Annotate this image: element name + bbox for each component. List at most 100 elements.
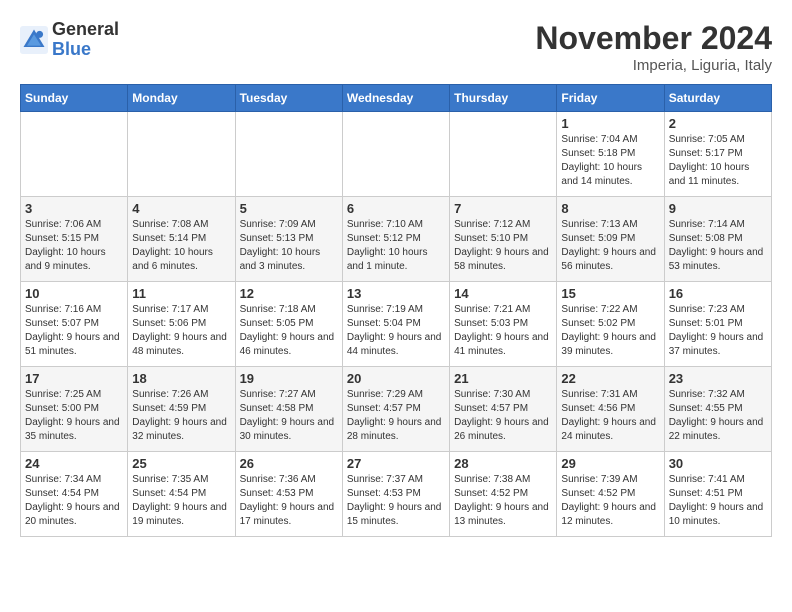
day-number: 16 — [669, 286, 767, 301]
calendar-day-cell: 23 Sunrise: 7:32 AMSunset: 4:55 PMDayligh… — [664, 367, 771, 452]
day-info: Sunrise: 7:32 AMSunset: 4:55 PMDaylight:… — [669, 388, 767, 444]
day-info: Sunrise: 7:22 AMSunset: 5:02 PMDaylight:… — [561, 303, 659, 359]
day-number: 5 — [240, 201, 338, 216]
calendar-day-cell: 17 Sunrise: 7:25 AMSunset: 5:00 PMDayligh… — [21, 367, 128, 452]
calendar-day-cell: 1 Sunrise: 7:04 AMSunset: 5:18 PMDaylight… — [557, 112, 664, 197]
calendar-header-cell: Saturday — [664, 85, 771, 112]
day-info: Sunrise: 7:18 AMSunset: 5:05 PMDaylight:… — [240, 303, 338, 359]
day-number: 15 — [561, 286, 659, 301]
day-number: 17 — [25, 371, 123, 386]
calendar-day-cell — [235, 112, 342, 197]
day-info: Sunrise: 7:36 AMSunset: 4:53 PMDaylight:… — [240, 473, 338, 529]
day-number: 2 — [669, 116, 767, 131]
title-block: November 2024 Imperia, Liguria, Italy — [535, 20, 772, 74]
calendar-day-cell: 27 Sunrise: 7:37 AMSunset: 4:53 PMDayligh… — [342, 452, 449, 537]
calendar-header-cell: Tuesday — [235, 85, 342, 112]
calendar-day-cell: 30 Sunrise: 7:41 AMSunset: 4:51 PMDayligh… — [664, 452, 771, 537]
day-number: 18 — [132, 371, 230, 386]
calendar-day-cell: 8Sunrise: 7:13 AMSunset: 5:09 PMDaylight… — [557, 197, 664, 282]
calendar-day-cell: 2 Sunrise: 7:05 AMSunset: 5:17 PMDaylight… — [664, 112, 771, 197]
day-number: 12 — [240, 286, 338, 301]
day-number: 13 — [347, 286, 445, 301]
calendar-day-cell: 16Sunrise: 7:23 AMSunset: 5:01 PMDayligh… — [664, 282, 771, 367]
day-info: Sunrise: 7:19 AMSunset: 5:04 PMDaylight:… — [347, 303, 445, 359]
logo-line1: General — [52, 20, 119, 40]
day-number: 11 — [132, 286, 230, 301]
calendar-day-cell: 3 Sunrise: 7:06 AMSunset: 5:15 PMDaylight… — [21, 197, 128, 282]
calendar-day-cell: 26 Sunrise: 7:36 AMSunset: 4:53 PMDayligh… — [235, 452, 342, 537]
day-info: Sunrise: 7:39 AMSunset: 4:52 PMDaylight:… — [561, 473, 659, 529]
day-number: 1 — [561, 116, 659, 131]
calendar-table: SundayMondayTuesdayWednesdayThursdayFrid… — [20, 84, 772, 537]
day-info: Sunrise: 7:29 AMSunset: 4:57 PMDaylight:… — [347, 388, 445, 444]
day-number: 3 — [25, 201, 123, 216]
calendar-day-cell — [450, 112, 557, 197]
day-info: Sunrise: 7:41 AMSunset: 4:51 PMDaylight:… — [669, 473, 767, 529]
calendar-day-cell: 9 Sunrise: 7:14 AMSunset: 5:08 PMDaylight… — [664, 197, 771, 282]
day-info: Sunrise: 7:26 AMSunset: 4:59 PMDaylight:… — [132, 388, 230, 444]
day-number: 27 — [347, 456, 445, 471]
calendar-day-cell: 12 Sunrise: 7:18 AMSunset: 5:05 PMDayligh… — [235, 282, 342, 367]
day-info: Sunrise: 7:21 AMSunset: 5:03 PMDaylight:… — [454, 303, 552, 359]
day-info: Sunrise: 7:30 AMSunset: 4:57 PMDaylight:… — [454, 388, 552, 444]
calendar-day-cell: 28Sunrise: 7:38 AMSunset: 4:52 PMDayligh… — [450, 452, 557, 537]
day-info: Sunrise: 7:17 AMSunset: 5:06 PMDaylight:… — [132, 303, 230, 359]
day-info: Sunrise: 7:38 AMSunset: 4:52 PMDaylight:… — [454, 473, 552, 529]
page-header: General Blue November 2024 Imperia, Ligu… — [20, 20, 772, 74]
location: Imperia, Liguria, Italy — [535, 57, 772, 74]
calendar-day-cell: 5 Sunrise: 7:09 AMSunset: 5:13 PMDaylight… — [235, 197, 342, 282]
day-info: Sunrise: 7:08 AMSunset: 5:14 PMDaylight:… — [132, 218, 230, 274]
calendar-day-cell — [21, 112, 128, 197]
calendar-week-row: 10Sunrise: 7:16 AMSunset: 5:07 PMDayligh… — [21, 282, 772, 367]
day-info: Sunrise: 7:37 AMSunset: 4:53 PMDaylight:… — [347, 473, 445, 529]
calendar-day-cell: 25Sunrise: 7:35 AMSunset: 4:54 PMDayligh… — [128, 452, 235, 537]
calendar-day-cell: 22 Sunrise: 7:31 AMSunset: 4:56 PMDayligh… — [557, 367, 664, 452]
day-number: 9 — [669, 201, 767, 216]
day-info: Sunrise: 7:31 AMSunset: 4:56 PMDaylight:… — [561, 388, 659, 444]
calendar-day-cell: 18 Sunrise: 7:26 AMSunset: 4:59 PMDayligh… — [128, 367, 235, 452]
day-number: 23 — [669, 371, 767, 386]
day-number: 6 — [347, 201, 445, 216]
day-number: 24 — [25, 456, 123, 471]
calendar-header-cell: Monday — [128, 85, 235, 112]
calendar-week-row: 3 Sunrise: 7:06 AMSunset: 5:15 PMDaylight… — [21, 197, 772, 282]
calendar-day-cell — [342, 112, 449, 197]
calendar-day-cell: 10Sunrise: 7:16 AMSunset: 5:07 PMDayligh… — [21, 282, 128, 367]
day-info: Sunrise: 7:09 AMSunset: 5:13 PMDaylight:… — [240, 218, 338, 274]
calendar-header-cell: Sunday — [21, 85, 128, 112]
day-number: 20 — [347, 371, 445, 386]
calendar-day-cell: 29 Sunrise: 7:39 AMSunset: 4:52 PMDayligh… — [557, 452, 664, 537]
day-number: 25 — [132, 456, 230, 471]
day-info: Sunrise: 7:10 AMSunset: 5:12 PMDaylight:… — [347, 218, 445, 274]
day-info: Sunrise: 7:16 AMSunset: 5:07 PMDaylight:… — [25, 303, 123, 359]
calendar-day-cell: 4Sunrise: 7:08 AMSunset: 5:14 PMDaylight… — [128, 197, 235, 282]
calendar-header-row: SundayMondayTuesdayWednesdayThursdayFrid… — [21, 85, 772, 112]
day-info: Sunrise: 7:25 AMSunset: 5:00 PMDaylight:… — [25, 388, 123, 444]
day-number: 22 — [561, 371, 659, 386]
calendar-day-cell: 24 Sunrise: 7:34 AMSunset: 4:54 PMDayligh… — [21, 452, 128, 537]
day-info: Sunrise: 7:27 AMSunset: 4:58 PMDaylight:… — [240, 388, 338, 444]
calendar-week-row: 24 Sunrise: 7:34 AMSunset: 4:54 PMDayligh… — [21, 452, 772, 537]
calendar-day-cell: 19 Sunrise: 7:27 AMSunset: 4:58 PMDayligh… — [235, 367, 342, 452]
day-info: Sunrise: 7:04 AMSunset: 5:18 PMDaylight:… — [561, 133, 659, 189]
calendar-header-cell: Wednesday — [342, 85, 449, 112]
day-number: 29 — [561, 456, 659, 471]
calendar-day-cell — [128, 112, 235, 197]
logo-line2: Blue — [52, 40, 119, 60]
day-info: Sunrise: 7:06 AMSunset: 5:15 PMDaylight:… — [25, 218, 123, 274]
day-number: 21 — [454, 371, 552, 386]
day-number: 19 — [240, 371, 338, 386]
calendar-header-cell: Friday — [557, 85, 664, 112]
day-info: Sunrise: 7:05 AMSunset: 5:17 PMDaylight:… — [669, 133, 767, 189]
calendar-day-cell: 21 Sunrise: 7:30 AMSunset: 4:57 PMDayligh… — [450, 367, 557, 452]
calendar-header-cell: Thursday — [450, 85, 557, 112]
calendar-day-cell: 15 Sunrise: 7:22 AMSunset: 5:02 PMDayligh… — [557, 282, 664, 367]
calendar-day-cell: 20 Sunrise: 7:29 AMSunset: 4:57 PMDayligh… — [342, 367, 449, 452]
calendar-day-cell: 11 Sunrise: 7:17 AMSunset: 5:06 PMDayligh… — [128, 282, 235, 367]
day-number: 26 — [240, 456, 338, 471]
day-number: 30 — [669, 456, 767, 471]
calendar-day-cell: 6 Sunrise: 7:10 AMSunset: 5:12 PMDaylight… — [342, 197, 449, 282]
calendar-day-cell: 7Sunrise: 7:12 AMSunset: 5:10 PMDaylight… — [450, 197, 557, 282]
day-info: Sunrise: 7:34 AMSunset: 4:54 PMDaylight:… — [25, 473, 123, 529]
day-info: Sunrise: 7:14 AMSunset: 5:08 PMDaylight:… — [669, 218, 767, 274]
